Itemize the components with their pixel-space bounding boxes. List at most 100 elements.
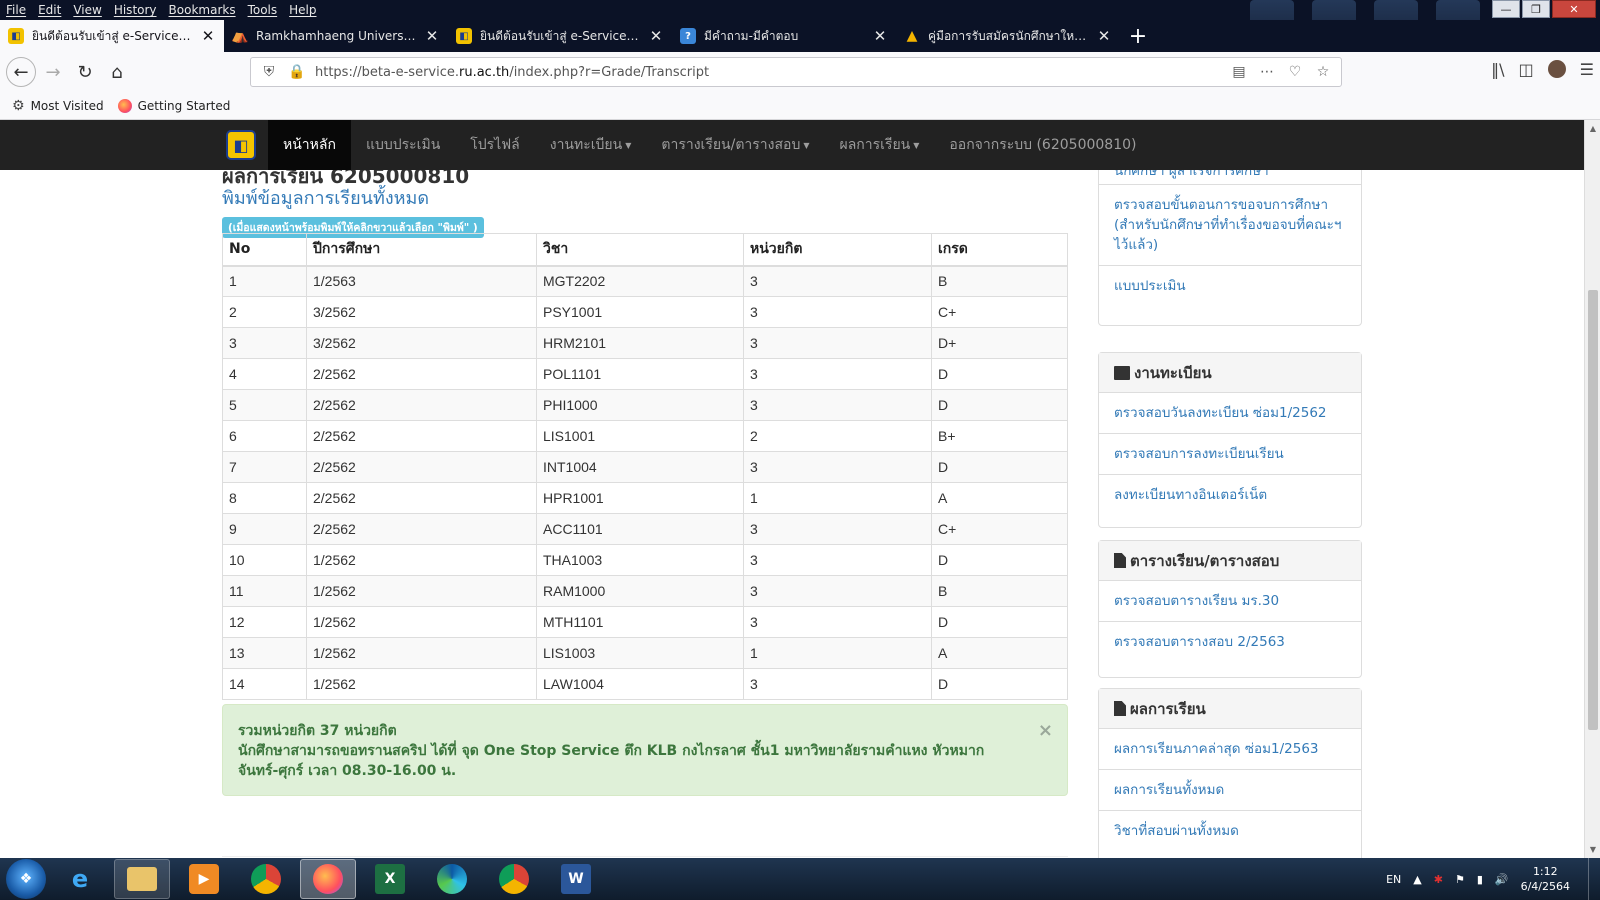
- menu-help[interactable]: Help: [283, 3, 322, 17]
- close-tab-icon[interactable]: ✕: [872, 27, 888, 45]
- bookmark-star-icon[interactable]: ☆: [1313, 64, 1333, 80]
- transcript-body: 1 1/2563 MGT2202 3 B 2 3/2562 PSY1001 3 C+ 3 3/2562…: [222, 265, 1068, 700]
- nav-schedule-dropdown[interactable]: ตารางเรียน/ตารางสอบ ▼: [646, 120, 824, 170]
- menu-bookmarks[interactable]: Bookmarks: [163, 3, 242, 17]
- menu-file[interactable]: File: [0, 3, 32, 17]
- scroll-up-icon[interactable]: ▲: [1585, 124, 1600, 133]
- cell-course: LIS1001: [536, 420, 744, 452]
- page-viewport: ผลการเรียน 6205000810 พิมพ์ข้อมูลการเรีย…: [0, 120, 1584, 858]
- media-player-icon[interactable]: ▶: [176, 859, 232, 899]
- home-icon[interactable]: ⌂: [102, 57, 132, 87]
- sidebar-item-passed-courses[interactable]: วิชาที่สอบผ่านทั้งหมด: [1099, 811, 1361, 851]
- sidebar-item-graduation-steps[interactable]: ตรวจสอบขั้นตอนการขอจบการศึกษา (สำหรับนัก…: [1099, 185, 1361, 266]
- show-desktop-button[interactable]: [1588, 858, 1600, 900]
- hamburger-menu-icon[interactable]: ☰: [1580, 60, 1594, 79]
- scrollbar-thumb[interactable]: [1588, 290, 1598, 730]
- bookmarks-toolbar: ⚙ Most Visited Getting Started: [0, 92, 1600, 120]
- account-avatar-icon[interactable]: [1547, 60, 1566, 78]
- address-bar[interactable]: ⛨ 🔒 https://beta-e-service.ru.ac.th/inde…: [250, 57, 1342, 87]
- tab-admission-guide[interactable]: ▲ คู่มือการรับสมัครนักศึกษาใหม่ ปี 25 ✕: [896, 20, 1120, 52]
- volume-icon[interactable]: 🔊: [1495, 873, 1509, 886]
- reader-view-icon[interactable]: ▤: [1229, 64, 1249, 80]
- cell-no: 10: [222, 544, 307, 576]
- edge-icon[interactable]: [424, 859, 480, 899]
- bookmark-getting-started[interactable]: Getting Started: [117, 98, 230, 113]
- tab-title: ยินดีต้อนรับเข้าสู่ e-Services Ru: [480, 28, 640, 43]
- vertical-scrollbar[interactable]: ▲ ▼: [1584, 120, 1600, 858]
- tab-eservices-2[interactable]: ◧ ยินดีต้อนรับเข้าสู่ e-Services Ru ✕: [448, 20, 672, 52]
- nav-home[interactable]: หน้าหลัก: [268, 120, 351, 170]
- panel-heading: ตารางเรียน/ตารางสอบ: [1099, 541, 1361, 581]
- excel-icon[interactable]: X: [362, 859, 418, 899]
- cell-no: 3: [222, 327, 307, 359]
- tab-faq[interactable]: ? มีคำถาม-มีคำตอบ ✕: [672, 20, 896, 52]
- language-indicator[interactable]: EN: [1386, 873, 1401, 886]
- forward-arrow-icon[interactable]: →: [38, 57, 68, 87]
- tab-ramkhamhaeng[interactable]: ⛺ Ramkhamhaeng University ✕: [224, 20, 448, 52]
- tab-eservices-1[interactable]: ◧ ยินดีต้อนรับเข้าสู่ e-Services Ru ✕: [0, 20, 224, 52]
- close-tab-icon[interactable]: ✕: [200, 27, 216, 45]
- sidebar-item-latest-results[interactable]: ผลการเรียนภาคล่าสุด ซ่อม1/2563: [1099, 729, 1361, 770]
- chrome-beta-icon[interactable]: [238, 859, 294, 899]
- close-window-icon[interactable]: ✕: [1552, 0, 1596, 18]
- action-center-flag-icon[interactable]: ⚑: [1455, 873, 1465, 886]
- shield-icon[interactable]: ⛨: [259, 64, 279, 80]
- scroll-down-icon[interactable]: ▼: [1585, 845, 1600, 854]
- restore-icon[interactable]: ❐: [1522, 0, 1550, 18]
- cell-grade: D+: [931, 327, 1068, 359]
- close-tab-icon[interactable]: ✕: [424, 27, 440, 45]
- nav-registration-dropdown[interactable]: งานทะเบียน ▼: [535, 120, 647, 170]
- sidebar-item-registration-date[interactable]: ตรวจสอบวันลงทะเบียน ซ่อม1/2562: [1099, 393, 1361, 434]
- network-signal-icon[interactable]: ▮: [1477, 873, 1483, 886]
- nav-label: ออกจากระบบ (6205000810): [949, 137, 1137, 153]
- firefox-icon[interactable]: [300, 859, 356, 899]
- url-domain: ru.ac.th: [459, 64, 510, 80]
- show-hidden-icons-icon[interactable]: ▲: [1413, 873, 1421, 886]
- cell-academic-year: 2/2562: [306, 389, 537, 421]
- print-all-link[interactable]: พิมพ์ข้อมูลการเรียนทั้งหมด: [222, 183, 429, 212]
- windows-start-icon[interactable]: ❖: [6, 859, 46, 899]
- word-icon[interactable]: W: [548, 859, 604, 899]
- minimize-icon[interactable]: —: [1492, 0, 1520, 18]
- antivirus-icon[interactable]: ✱: [1434, 873, 1443, 886]
- tab-title: มีคำถาม-มีคำตอบ: [704, 28, 799, 43]
- close-tab-icon[interactable]: ✕: [648, 27, 664, 45]
- chrome-icon[interactable]: [486, 859, 542, 899]
- internet-explorer-icon[interactable]: e: [52, 859, 108, 899]
- site-navbar: ◧ หน้าหลัก แบบประเมิน โปรไฟล์ งานทะเบียน…: [0, 120, 1584, 170]
- ru-logo-icon[interactable]: ◧: [222, 120, 260, 170]
- nav-logout[interactable]: ออกจากระบบ (6205000810): [934, 120, 1151, 170]
- sidebar-item-evaluation[interactable]: แบบประเมิน: [1099, 266, 1361, 306]
- sidebar-toggle-icon[interactable]: ◫: [1519, 60, 1534, 79]
- sidebar-item-exam-schedule[interactable]: ตรวจสอบตารางสอบ 2/2563: [1099, 622, 1361, 662]
- url-text[interactable]: https://beta-e-service.ru.ac.th/index.ph…: [315, 65, 1221, 80]
- back-arrow-icon[interactable]: ←: [6, 57, 36, 87]
- page-actions-icon[interactable]: ⋯: [1257, 64, 1277, 80]
- lock-icon[interactable]: 🔒: [287, 64, 307, 80]
- sidebar-item-all-results[interactable]: ผลการเรียนทั้งหมด: [1099, 770, 1361, 811]
- new-tab-icon[interactable]: +: [1120, 20, 1156, 52]
- file-explorer-icon[interactable]: [114, 859, 170, 899]
- nav-profile[interactable]: โปรไฟล์: [455, 120, 534, 170]
- clock[interactable]: 1:12 6/4/2564: [1521, 864, 1570, 894]
- cell-credits: 3: [743, 668, 932, 700]
- bookmark-most-visited[interactable]: ⚙ Most Visited: [12, 98, 104, 114]
- menu-tools[interactable]: Tools: [242, 3, 284, 17]
- sidebar-item-online-registration[interactable]: ลงทะเบียนทางอินเตอร์เน็ต: [1099, 475, 1361, 515]
- cell-credits: 3: [743, 358, 932, 390]
- reload-icon[interactable]: ↻: [70, 57, 100, 87]
- library-icon[interactable]: ‖\: [1491, 60, 1504, 79]
- menu-edit[interactable]: Edit: [32, 3, 67, 17]
- close-alert-icon[interactable]: ×: [1038, 721, 1053, 741]
- menu-view[interactable]: View: [67, 3, 107, 17]
- nav-evaluation[interactable]: แบบประเมิน: [351, 120, 455, 170]
- close-tab-icon[interactable]: ✕: [1096, 27, 1112, 45]
- cell-no: 7: [222, 451, 307, 483]
- pocket-icon[interactable]: ♡: [1285, 64, 1305, 80]
- menu-history[interactable]: History: [108, 3, 163, 17]
- cell-academic-year: 3/2562: [306, 327, 537, 359]
- folder-icon: [1114, 365, 1130, 380]
- sidebar-item-class-schedule[interactable]: ตรวจสอบตารางเรียน มร.30: [1099, 581, 1361, 622]
- sidebar-item-registration-check[interactable]: ตรวจสอบการลงทะเบียนเรียน: [1099, 434, 1361, 475]
- nav-results-dropdown[interactable]: ผลการเรียน ▼: [825, 120, 935, 170]
